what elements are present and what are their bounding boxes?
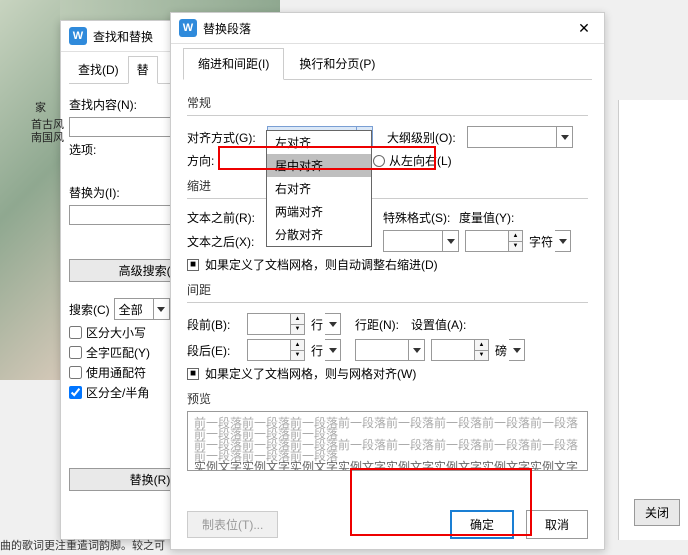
replace-with-label: 替换为(I): xyxy=(69,184,120,201)
measure-label: 度量值(Y): xyxy=(459,209,523,226)
tab-find[interactable]: 查找(D) xyxy=(69,56,128,83)
outline-level-label: 大纲级别(O): xyxy=(387,129,467,146)
checkbox-snap-grid-label: 如果定义了文档网格，则与网格对齐(W) xyxy=(205,365,416,382)
sidebar-text-2: 南国风 xyxy=(31,129,64,145)
set-value-spinner[interactable]: ▲▼ xyxy=(431,339,491,361)
cancel-button[interactable]: 取消 xyxy=(526,510,588,539)
tabstop-button[interactable]: 制表位(T)... xyxy=(187,511,278,538)
right-panel: 关闭 xyxy=(618,100,688,540)
radio-ltr[interactable]: 从左向右(L) xyxy=(373,152,452,169)
para-tabs: 缩进和间距(I) 换行和分页(P) xyxy=(183,48,592,80)
checkbox-snap-grid[interactable]: ■ xyxy=(187,368,199,380)
tab-indent-spacing[interactable]: 缩进和间距(I) xyxy=(183,48,284,80)
paragraph-dialog: W 替换段落 ✕ 缩进和间距(I) 换行和分页(P) 常规 对齐方式(G): 大… xyxy=(170,12,605,550)
unit-pound: 磅 xyxy=(495,342,507,359)
before-para-label: 段前(B): xyxy=(187,316,247,333)
unit-char: 字符 xyxy=(529,233,553,250)
alignment-dropdown-list: 左对齐 居中对齐 右对齐 两端对齐 分散对齐 xyxy=(266,130,372,247)
sidebar-text-3: 家 xyxy=(35,99,46,115)
options-label: 选项: xyxy=(69,141,96,158)
special-format-combo[interactable] xyxy=(383,230,459,252)
chevron-down-icon[interactable] xyxy=(509,339,525,361)
background-image xyxy=(0,0,60,380)
group-indent-title: 缩进 xyxy=(187,177,588,194)
alignment-label: 对齐方式(G): xyxy=(187,129,267,146)
para-titlebar: W 替换段落 ✕ xyxy=(171,13,604,44)
dropdown-item-distribute[interactable]: 分散对齐 xyxy=(267,223,371,246)
chevron-down-icon[interactable] xyxy=(555,230,571,252)
chevron-down-icon[interactable] xyxy=(409,339,425,361)
close-button[interactable]: 关闭 xyxy=(634,499,680,526)
group-spacing-title: 间距 xyxy=(187,281,588,298)
before-text-label: 文本之前(R): xyxy=(187,209,267,226)
outline-level-combo[interactable] xyxy=(467,126,573,148)
chevron-down-icon[interactable] xyxy=(443,230,459,252)
before-para-spinner[interactable]: ▲▼ xyxy=(247,313,307,335)
direction-label: 方向: xyxy=(187,152,267,169)
unit-line: 行 xyxy=(311,342,323,359)
set-value-label: 设置值(A): xyxy=(411,316,477,333)
chevron-down-icon[interactable] xyxy=(325,313,341,335)
app-icon: W xyxy=(69,27,87,45)
tab-line-page-break[interactable]: 换行和分页(P) xyxy=(284,48,390,79)
chevron-down-icon[interactable] xyxy=(557,126,573,148)
ok-button[interactable]: 确定 xyxy=(450,510,514,539)
group-general-title: 常规 xyxy=(187,94,588,111)
para-title: 替换段落 xyxy=(203,20,572,37)
after-para-spinner[interactable]: ▲▼ xyxy=(247,339,307,361)
group-preview-title: 预览 xyxy=(187,390,588,407)
line-spacing-combo[interactable] xyxy=(355,339,425,361)
chevron-down-icon[interactable] xyxy=(325,339,341,361)
tab-replace[interactable]: 替 xyxy=(128,56,158,84)
dropdown-item-right[interactable]: 右对齐 xyxy=(267,177,371,200)
after-para-label: 段后(E): xyxy=(187,342,247,359)
preview-box: 前一段落前一段落前一段落前一段落前一段落前一段落前一段落前一段落前一段落前一段落… xyxy=(187,411,588,471)
search-scope-combo[interactable] xyxy=(114,298,154,320)
after-text-label: 文本之后(X): xyxy=(187,233,267,250)
background-bottom-text: 曲的歌词更注重遣词韵脚。较之可 xyxy=(0,537,680,553)
search-scope-label: 搜索(C) xyxy=(69,301,110,318)
checkbox-auto-adjust-label: 如果定义了文档网格，则自动调整右缩进(D) xyxy=(205,256,438,273)
dropdown-item-justify[interactable]: 两端对齐 xyxy=(267,200,371,223)
line-spacing-label: 行距(N): xyxy=(355,316,411,333)
checkbox-auto-adjust[interactable]: ■ xyxy=(187,259,199,271)
dropdown-item-center[interactable]: 居中对齐 xyxy=(267,154,371,177)
special-format-label: 特殊格式(S): xyxy=(383,209,459,226)
dropdown-item-left[interactable]: 左对齐 xyxy=(267,131,371,154)
unit-line: 行 xyxy=(311,316,323,333)
app-icon: W xyxy=(179,19,197,37)
chevron-down-icon[interactable] xyxy=(154,298,170,320)
find-content-label: 查找内容(N): xyxy=(69,96,137,113)
measure-spinner[interactable]: ▲▼ xyxy=(465,230,525,252)
close-icon[interactable]: ✕ xyxy=(572,20,596,37)
